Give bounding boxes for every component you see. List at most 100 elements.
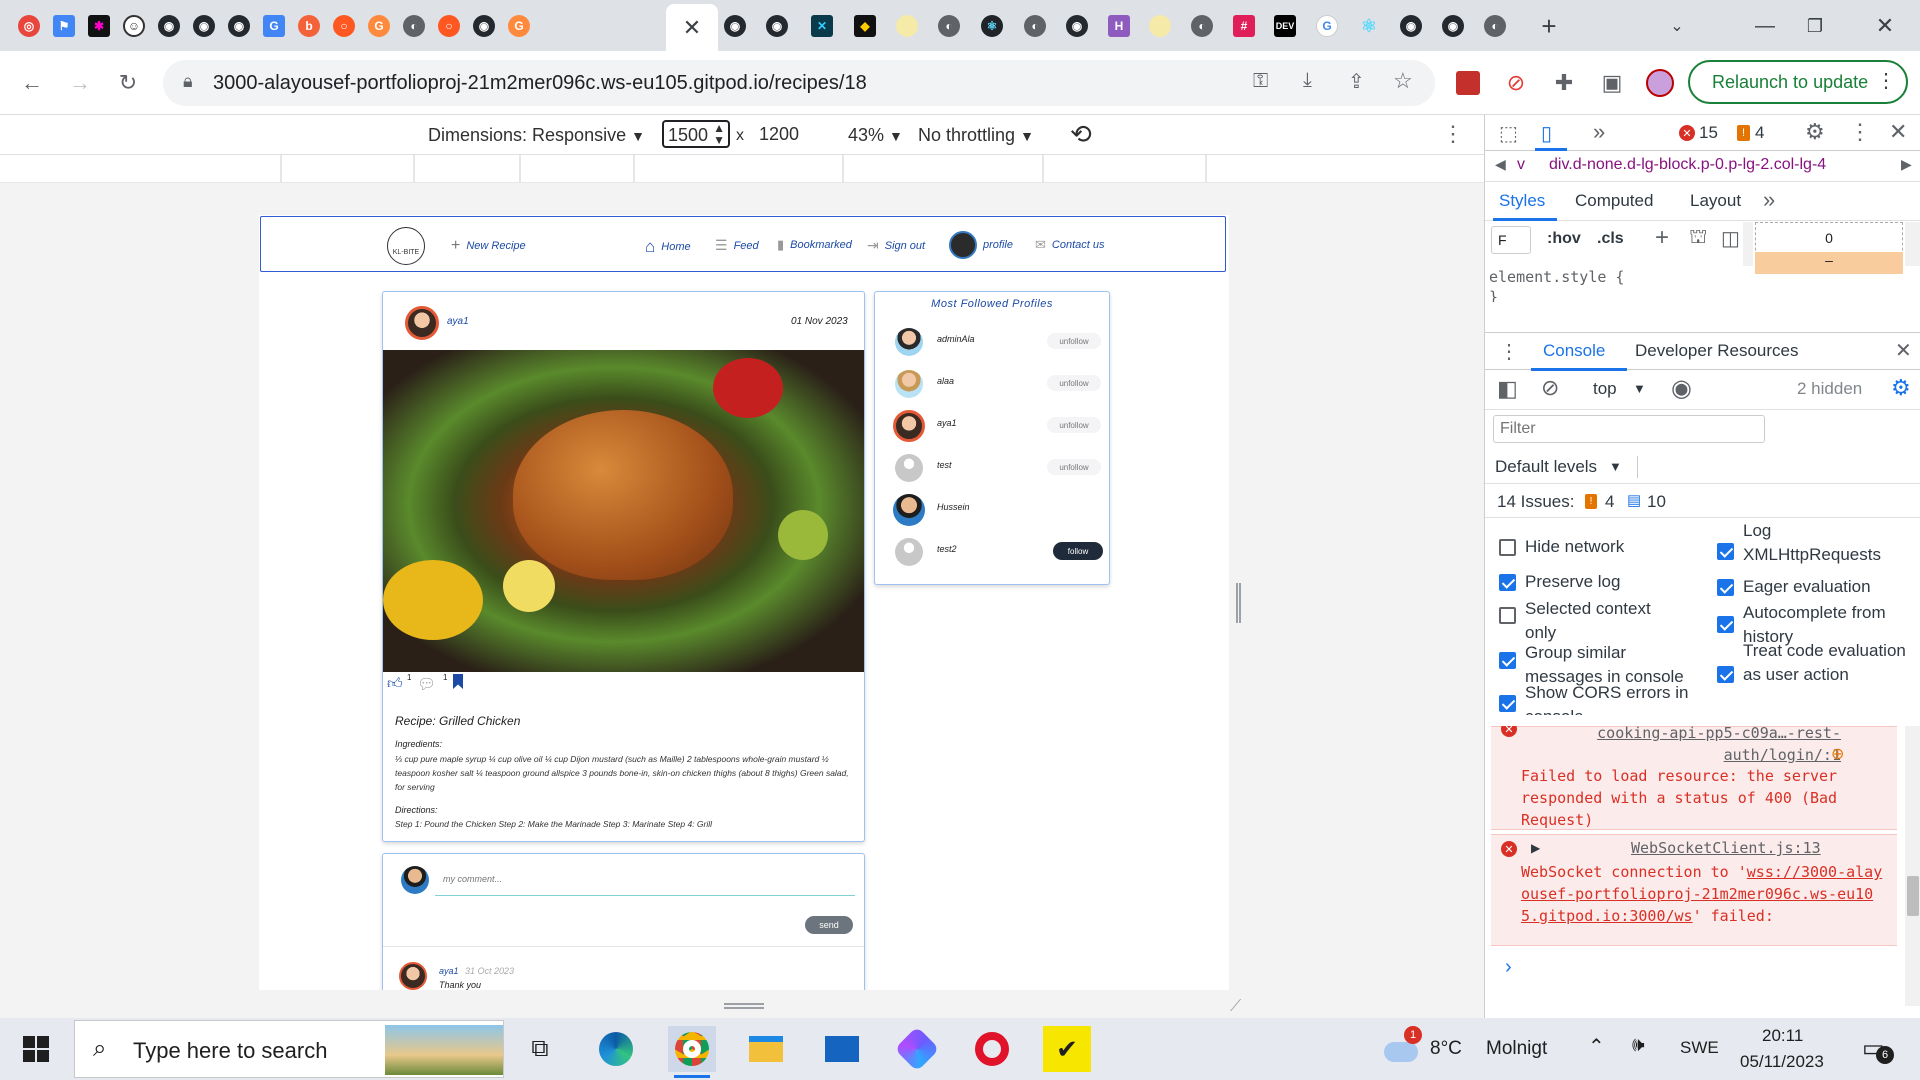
network-icon[interactable]: ⊕	[1831, 744, 1844, 764]
extension-button[interactable]: ⊘	[1500, 67, 1532, 99]
taskbar-app-explorer[interactable]	[742, 1026, 790, 1072]
nav-profile[interactable]: profile	[949, 231, 1013, 259]
tab-styles[interactable]: Styles	[1499, 191, 1545, 211]
eager-eval-checkbox[interactable]	[1717, 579, 1734, 596]
resize-handle-bottom[interactable]	[724, 1003, 764, 1009]
sidebar-toggle-icon[interactable]: ◫	[1721, 226, 1740, 251]
profile-button[interactable]	[1644, 67, 1676, 99]
tab[interactable]: ◐	[932, 9, 966, 43]
weather-widget-icon[interactable]: 1	[1380, 1026, 1422, 1066]
breadcrumb-prefix[interactable]: v	[1517, 156, 1525, 174]
nav-contact[interactable]: ✉ Contact us	[1035, 237, 1105, 253]
follow-button[interactable]: follow	[1053, 542, 1103, 560]
rotate-icon[interactable]: ⟲	[1070, 119, 1092, 150]
breadcrumb-node[interactable]: div.d-none.d-lg-block.p-0.p-lg-2.col-lg-…	[1549, 156, 1889, 174]
relaunch-button[interactable]: Relaunch to update ⋮	[1688, 60, 1908, 104]
post-author[interactable]: aya1	[447, 316, 469, 327]
preserve-log-checkbox[interactable]	[1499, 574, 1516, 591]
resize-corner-icon[interactable]: ⟋	[1230, 998, 1241, 1016]
tab[interactable]: ◉	[1060, 9, 1094, 43]
paint-icon[interactable]: ⛫	[1689, 226, 1707, 251]
chevron-up-icon[interactable]: ⌃	[1588, 1034, 1605, 1059]
group-similar-checkbox[interactable]	[1499, 652, 1516, 669]
tab[interactable]: ☺	[117, 9, 151, 43]
console-filter[interactable]	[1493, 415, 1765, 443]
source-link[interactable]: WebSocketClient.js:13	[1631, 839, 1821, 857]
nav-home[interactable]: ⌂ Home	[645, 237, 691, 257]
tab[interactable]: ◉	[1394, 9, 1428, 43]
unfollow-button[interactable]: unfollow	[1047, 459, 1101, 475]
tab-computed[interactable]: Computed	[1575, 191, 1653, 211]
tab[interactable]: ◐	[397, 9, 431, 43]
menu-dots-icon[interactable]: ⋮	[1876, 68, 1896, 93]
source-link[interactable]: cooking-api-pp5-c09a…-rest-auth/login/:1	[1531, 726, 1841, 766]
send-button[interactable]: send	[805, 916, 853, 934]
tab-developer-resources[interactable]: Developer Resources	[1635, 341, 1798, 361]
box-model-value[interactable]: 0	[1755, 230, 1903, 250]
console-settings-icon[interactable]: ⚙	[1891, 375, 1911, 401]
media-query-ruler[interactable]	[0, 155, 1484, 183]
more-tabs-icon[interactable]: »	[1593, 119, 1605, 145]
cls-toggle[interactable]: .cls	[1597, 230, 1624, 248]
profile-name[interactable]: adminAla	[937, 334, 975, 344]
height-input[interactable]: 1200	[757, 121, 821, 149]
tab[interactable]: G	[362, 9, 396, 43]
tab[interactable]: ◐	[1478, 9, 1512, 43]
cors-errors-checkbox[interactable]	[1499, 695, 1516, 712]
bookmark-star-icon[interactable]: ☆	[1393, 68, 1413, 94]
tab[interactable]	[1143, 9, 1177, 43]
tab[interactable]: DEV	[1268, 9, 1302, 43]
site-logo[interactable]: KL-BITE	[387, 227, 425, 265]
nav-bookmarked[interactable]: ▮ Bookmarked	[777, 237, 852, 253]
profile-name[interactable]: test	[937, 460, 952, 470]
warning-count[interactable]: 4	[1755, 123, 1764, 143]
restore-button[interactable]: ❐	[1798, 9, 1832, 43]
box-scrollbar[interactable]	[1905, 222, 1920, 266]
console-error-message[interactable]: ✕ cooking-api-pp5-c09a…-rest-auth/login/…	[1491, 726, 1897, 830]
comment-icon[interactable]: 💬︎	[417, 675, 436, 693]
hide-network-checkbox[interactable]	[1499, 539, 1516, 556]
tab[interactable]: #	[1227, 9, 1261, 43]
nav-sign-out[interactable]: ⇥ Sign out	[867, 237, 925, 254]
weather-desc[interactable]: Molnigt	[1486, 1038, 1547, 1060]
eye-icon[interactable]: ◉	[1671, 374, 1692, 403]
tab[interactable]: ◉	[222, 9, 256, 43]
comment-input[interactable]	[435, 862, 855, 896]
taskbar-app-mail[interactable]	[818, 1026, 866, 1072]
start-button[interactable]	[12, 1026, 60, 1072]
box-model-padding[interactable]: –	[1755, 252, 1903, 274]
tab[interactable]: ◆	[848, 9, 882, 43]
tab[interactable]: ◉	[152, 9, 186, 43]
profile-avatar[interactable]	[895, 328, 923, 356]
profile-avatar[interactable]	[893, 494, 925, 526]
scroll-left-icon[interactable]: ◀	[1495, 156, 1506, 173]
address-bar[interactable]: 🔒︎ 3000-alayousef-portfolioproj-21m2mer0…	[163, 60, 1435, 106]
tab-console[interactable]: Console	[1543, 341, 1605, 361]
tab[interactable]: ◉	[1436, 9, 1470, 43]
new-tab-button[interactable]: +	[1532, 9, 1566, 43]
volume-icon[interactable]: 🕪︎	[1632, 1034, 1645, 1057]
styles-filter-input[interactable]: F	[1491, 226, 1531, 254]
tab[interactable]: ⚛	[1352, 9, 1386, 43]
reload-button[interactable]: ↻	[112, 67, 144, 99]
tab[interactable]: b	[292, 9, 326, 43]
author-avatar[interactable]	[405, 306, 439, 340]
nav-feed[interactable]: ☰ Feed	[715, 237, 759, 254]
nav-new-recipe[interactable]: + New Recipe	[451, 237, 526, 255]
tab[interactable]: G	[257, 9, 291, 43]
tab[interactable]: ◉	[467, 9, 501, 43]
dimensions-dropdown[interactable]: Dimensions: Responsive ▼	[428, 125, 645, 146]
profile-name[interactable]: Hussein	[937, 502, 970, 512]
close-devtools-icon[interactable]: ✕	[1889, 119, 1907, 145]
tab-active[interactable]: ✕	[666, 4, 718, 51]
styles-scrollbar[interactable]	[1743, 222, 1753, 266]
drawer-menu-icon[interactable]: ⋮	[1499, 339, 1519, 364]
device-toggle-icon[interactable]: ▯	[1541, 121, 1552, 146]
scrollbar-thumb[interactable]	[1907, 876, 1919, 916]
tab[interactable]: ◎	[12, 9, 46, 43]
clear-console-icon[interactable]: ⊘	[1541, 375, 1559, 401]
side-panel-button[interactable]: ▣	[1596, 67, 1628, 99]
tab-layout[interactable]: Layout	[1690, 191, 1741, 211]
expand-triangle-icon[interactable]: ▶	[1531, 841, 1540, 855]
profile-avatar[interactable]	[895, 454, 923, 482]
